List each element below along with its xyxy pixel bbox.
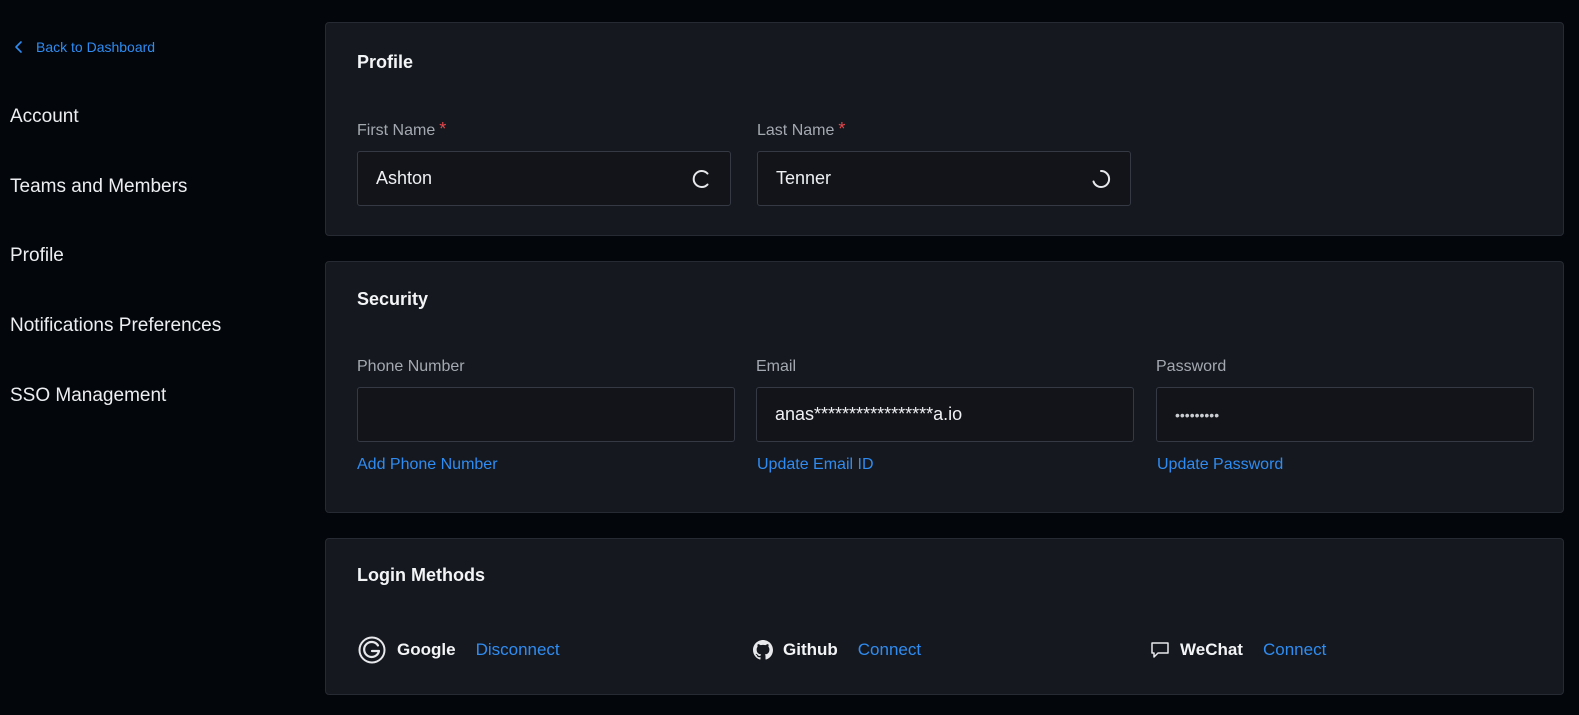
chevron-left-icon — [15, 41, 22, 53]
login-methods-card: Login Methods Google Disconnect Github C… — [325, 538, 1564, 695]
login-method-github: Github Connect — [753, 634, 921, 666]
google-disconnect-button[interactable]: Disconnect — [476, 640, 560, 660]
profile-card: Profile First Name * Ashton Last Name * Te… — [325, 22, 1564, 236]
phone-number-input[interactable] — [357, 387, 735, 442]
back-link-label: Back to Dashboard — [36, 39, 156, 55]
sidebar-item-sso-management[interactable]: SSO Management — [10, 385, 166, 411]
github-label: Github — [783, 640, 838, 659]
add-phone-number-link[interactable]: Add Phone Number — [357, 456, 498, 474]
email-input[interactable]: anas*****************a.io — [756, 387, 1134, 442]
back-to-dashboard-link[interactable]: Back to Dashboard — [12, 36, 155, 58]
sidebar-item-notifications-preferences[interactable]: Notifications Preferences — [10, 315, 221, 341]
wechat-connect-button[interactable]: Connect — [1263, 640, 1326, 660]
email-value: anas*****************a.io — [775, 404, 963, 424]
github-icon — [753, 640, 773, 660]
profile-card-title: Profile — [357, 52, 414, 72]
first-name-label-text: First Name — [357, 122, 436, 139]
loading-spinner-icon — [692, 169, 709, 188]
last-name-value: Tenner — [776, 168, 832, 188]
sidebar-item-profile[interactable]: Profile — [10, 245, 64, 271]
last-name-label: Last Name * — [757, 119, 845, 140]
update-email-link[interactable]: Update Email ID — [757, 456, 874, 474]
login-methods-card-title: Login Methods — [357, 565, 485, 585]
security-card-title: Security — [357, 289, 429, 309]
first-name-input[interactable]: Ashton — [357, 151, 731, 206]
phone-number-label: Phone Number — [357, 358, 465, 375]
last-name-label-text: Last Name — [757, 122, 835, 139]
required-mark: * — [838, 119, 846, 139]
security-card: Security Phone Number Add Phone Number E… — [325, 261, 1564, 513]
login-method-wechat: WeChat Connect — [1150, 634, 1326, 666]
sidebar-item-account[interactable]: Account — [10, 106, 79, 132]
login-method-google: Google Disconnect — [357, 634, 560, 666]
settings-sidebar: Back to Dashboard Account Teams and Memb… — [0, 0, 320, 715]
loading-spinner-icon — [1092, 169, 1111, 188]
github-connect-button[interactable]: Connect — [858, 640, 921, 660]
first-name-label: First Name * — [357, 119, 446, 140]
sidebar-item-teams-and-members[interactable]: Teams and Members — [10, 176, 187, 202]
update-password-link[interactable]: Update Password — [1157, 456, 1283, 474]
google-label: Google — [397, 640, 456, 659]
password-input[interactable]: ••••••••• — [1156, 387, 1534, 442]
chat-bubble-icon — [1151, 642, 1169, 658]
password-label: Password — [1156, 358, 1227, 375]
email-label: Email — [756, 358, 797, 375]
first-name-value: Ashton — [376, 168, 433, 188]
wechat-label: WeChat — [1180, 640, 1243, 659]
google-icon — [358, 636, 386, 664]
last-name-input[interactable]: Tenner — [757, 151, 1131, 206]
password-value: ••••••••• — [1175, 406, 1220, 423]
required-mark: * — [439, 119, 447, 139]
